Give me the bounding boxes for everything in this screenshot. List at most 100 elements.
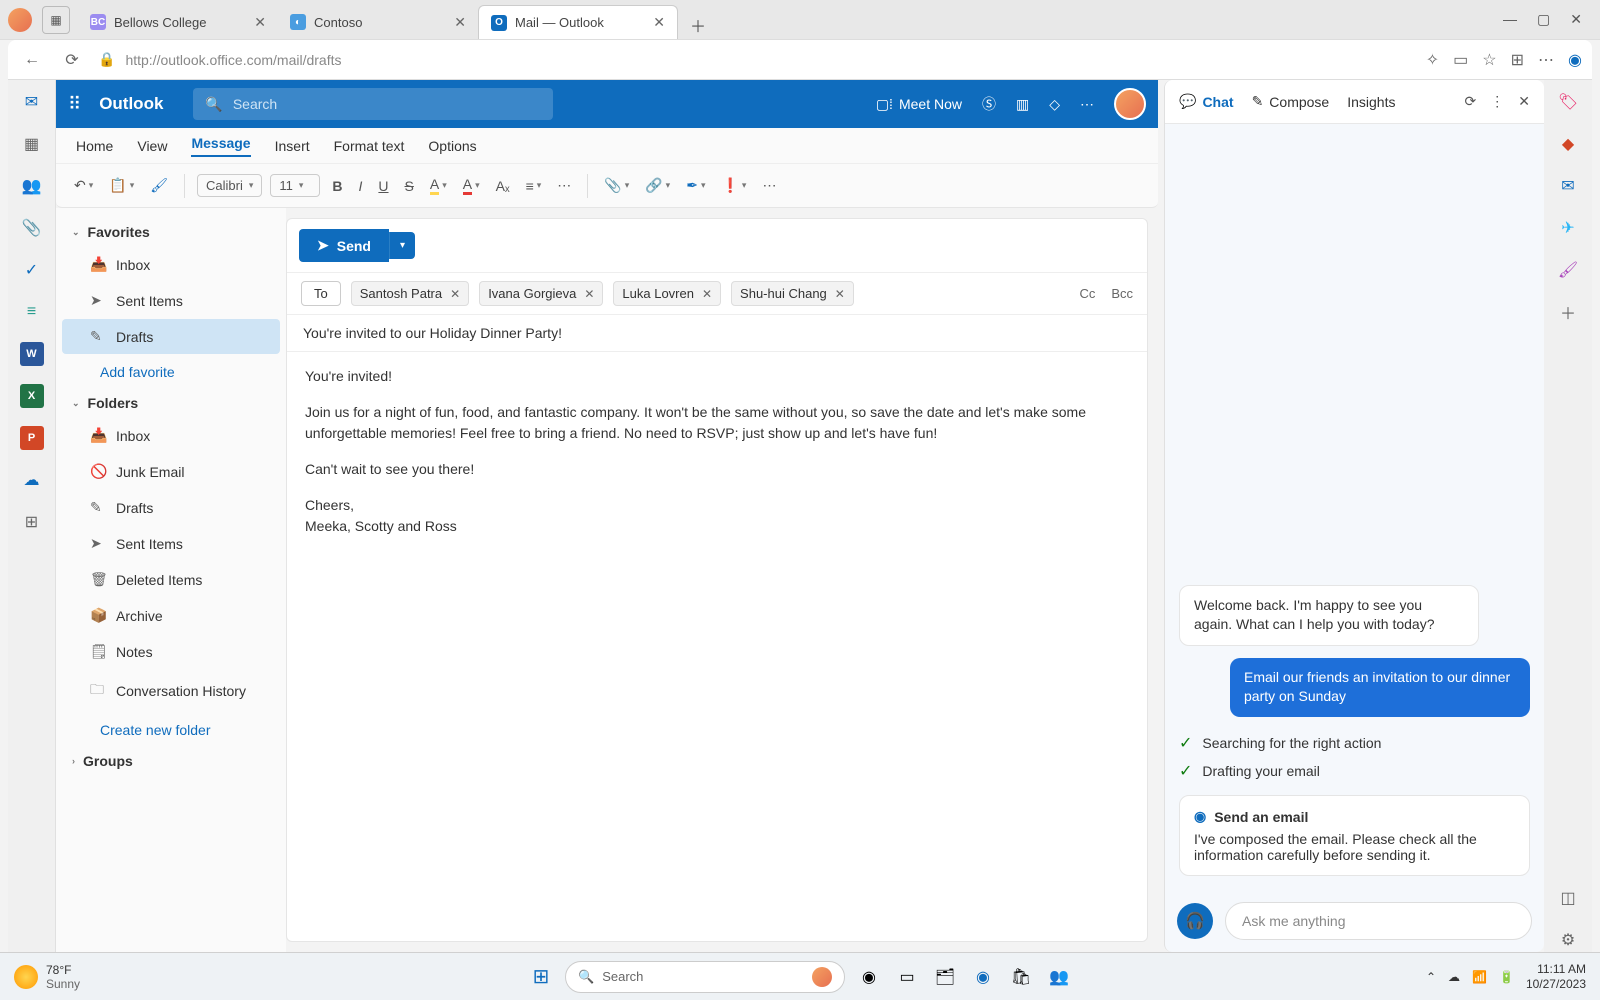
folder-item[interactable]: 📥Inbox [62,418,280,453]
folder-item[interactable]: ✎Drafts [62,490,280,525]
folders-header[interactable]: ⌄Folders [62,389,280,417]
word-icon[interactable]: W [20,342,44,366]
subject-input[interactable]: You're invited to our Holiday Dinner Par… [287,314,1147,351]
user-avatar[interactable] [1114,88,1146,120]
close-icon[interactable]: ✕ [454,14,466,31]
browser-tab[interactable]: BC Bellows College ✕ [78,5,278,39]
refresh-icon[interactable]: ⟳ [1465,93,1477,110]
more-apps-icon[interactable]: ⊞ [20,510,44,534]
files-icon[interactable]: 📎 [20,216,44,240]
more-tools-button[interactable]: ⋯ [758,173,780,198]
remove-icon[interactable]: ✕ [835,287,845,301]
calendar-icon[interactable]: ▦ [20,132,44,156]
signature-button[interactable]: ✒▾ [682,173,709,198]
minimize-icon[interactable]: — [1503,11,1517,28]
url-input[interactable]: 🔒 http://outlook.office.com/mail/drafts [98,51,1414,68]
folder-item[interactable]: 🚫Junk Email [62,454,280,489]
feed-icon[interactable]: ≡ [20,300,44,324]
link-button[interactable]: 🔗▾ [641,173,674,198]
recipient-chip[interactable]: Shu-hui Chang✕ [731,281,854,306]
favorites-header[interactable]: ⌄Favorites [62,218,280,246]
font-name-select[interactable]: Calibri▾ [197,174,262,197]
people-icon[interactable]: 👥 [20,174,44,198]
collections-icon[interactable]: ⊞ [1511,50,1524,70]
send-icon[interactable]: ✈ [1556,216,1580,240]
onenote-icon[interactable]: ▥ [1016,96,1029,113]
explorer-icon[interactable]: 🗂 [931,963,959,991]
task-view-icon[interactable]: ▭ [893,963,921,991]
folder-item[interactable]: 🗀Conversation History [62,670,280,712]
groups-header[interactable]: ›Groups [62,747,280,775]
app-launcher-icon[interactable]: ⠿ [68,94,81,115]
cc-button[interactable]: Cc [1079,286,1095,301]
highlight-button[interactable]: A▾ [426,172,451,199]
to-button[interactable]: To [301,281,341,306]
wifi-icon[interactable]: 📶 [1472,970,1487,984]
edge-icon[interactable]: ◉ [969,963,997,991]
maximize-icon[interactable]: ▢ [1537,11,1550,28]
teams-icon[interactable]: 👥 [1045,963,1073,991]
remove-icon[interactable]: ✕ [450,287,460,301]
designer-icon[interactable]: 🖌 [1556,258,1580,282]
outlook-icon[interactable]: ✉ [1556,174,1580,198]
copilot-tab-chat[interactable]: 💬Chat [1179,93,1234,110]
office-icon[interactable]: ◆ [1556,132,1580,156]
remove-icon[interactable]: ✕ [702,287,712,301]
powerpoint-icon[interactable]: P [20,426,44,450]
search-input[interactable]: 🔍 Search [193,88,553,120]
clock[interactable]: 11:11 AM 10/27/2023 [1526,962,1586,991]
bullets-button[interactable]: ≡▾ [522,174,546,198]
close-icon[interactable]: ✕ [1570,11,1582,28]
copilot-tab-compose[interactable]: ✎Compose [1252,93,1330,110]
recipient-chip[interactable]: Ivana Gorgieva✕ [479,281,603,306]
store-icon[interactable]: 🛍 [1007,963,1035,991]
more-icon[interactable]: ⋮ [1490,93,1504,110]
back-button[interactable]: ← [18,46,46,74]
copilot-input[interactable]: Ask me anything [1225,902,1532,940]
font-color-button[interactable]: A▾ [459,172,484,199]
bcc-button[interactable]: Bcc [1111,286,1133,301]
folder-item[interactable]: ➤Sent Items [62,526,280,561]
email-body[interactable]: You're invited! Join us for a night of f… [287,351,1147,941]
battery-icon[interactable]: 🔋 [1499,970,1514,984]
ribbon-tab-options[interactable]: Options [428,138,476,154]
browser-tab[interactable]: ◐ Contoso ✕ [278,5,478,39]
site-info-icon[interactable]: 🔒 [98,51,115,68]
meet-now-button[interactable]: ▢⁞ Meet Now [876,96,962,113]
onedrive-icon[interactable]: ☁ [20,468,44,492]
new-tab-button[interactable]: ＋ [684,11,712,39]
ribbon-tab-format[interactable]: Format text [334,138,405,154]
close-icon[interactable]: ✕ [1518,93,1530,110]
skype-icon[interactable]: Ⓢ [982,94,996,114]
font-size-select[interactable]: 11▾ [270,174,320,197]
add-icon[interactable]: ＋ [1556,300,1580,324]
recipient-chip[interactable]: Santosh Patra✕ [351,281,469,306]
copilot-browser-icon[interactable]: ◉ [1568,50,1582,70]
todo-icon[interactable]: ✓ [20,258,44,282]
strikethrough-button[interactable]: S [401,174,418,198]
underline-button[interactable]: U [374,174,392,198]
recipient-chip[interactable]: Luka Lovren✕ [613,281,721,306]
folder-item[interactable]: 🗒Notes [62,634,280,669]
close-icon[interactable]: ✕ [653,14,665,31]
mail-icon[interactable]: ✉ [20,90,44,114]
refresh-button[interactable]: ⟳ [58,46,86,74]
bold-button[interactable]: B [328,174,346,198]
send-button[interactable]: ➤Send [299,229,389,262]
copilot-taskbar-icon[interactable]: ◉ [855,963,883,991]
tab-actions-button[interactable]: ▦ [42,6,70,34]
importance-button[interactable]: ❗▾ [717,173,750,198]
tag-icon[interactable]: 🏷 [1556,90,1580,114]
more-format-button[interactable]: ⋯ [553,173,575,198]
remove-icon[interactable]: ✕ [584,287,594,301]
add-favorite-link[interactable]: Add favorite [62,355,280,389]
attach-button[interactable]: 📎▾ [600,173,633,198]
folder-item-drafts[interactable]: ✎Drafts [62,319,280,354]
excel-icon[interactable]: X [20,384,44,408]
ribbon-tab-home[interactable]: Home [76,138,113,154]
taskbar-search[interactable]: 🔍Search [565,961,845,993]
reading-icon[interactable]: ▭ [1453,50,1468,70]
folder-item-sent[interactable]: ➤Sent Items [62,283,280,318]
italic-button[interactable]: I [355,174,367,198]
favorites-icon[interactable]: ☆ [1482,50,1496,70]
